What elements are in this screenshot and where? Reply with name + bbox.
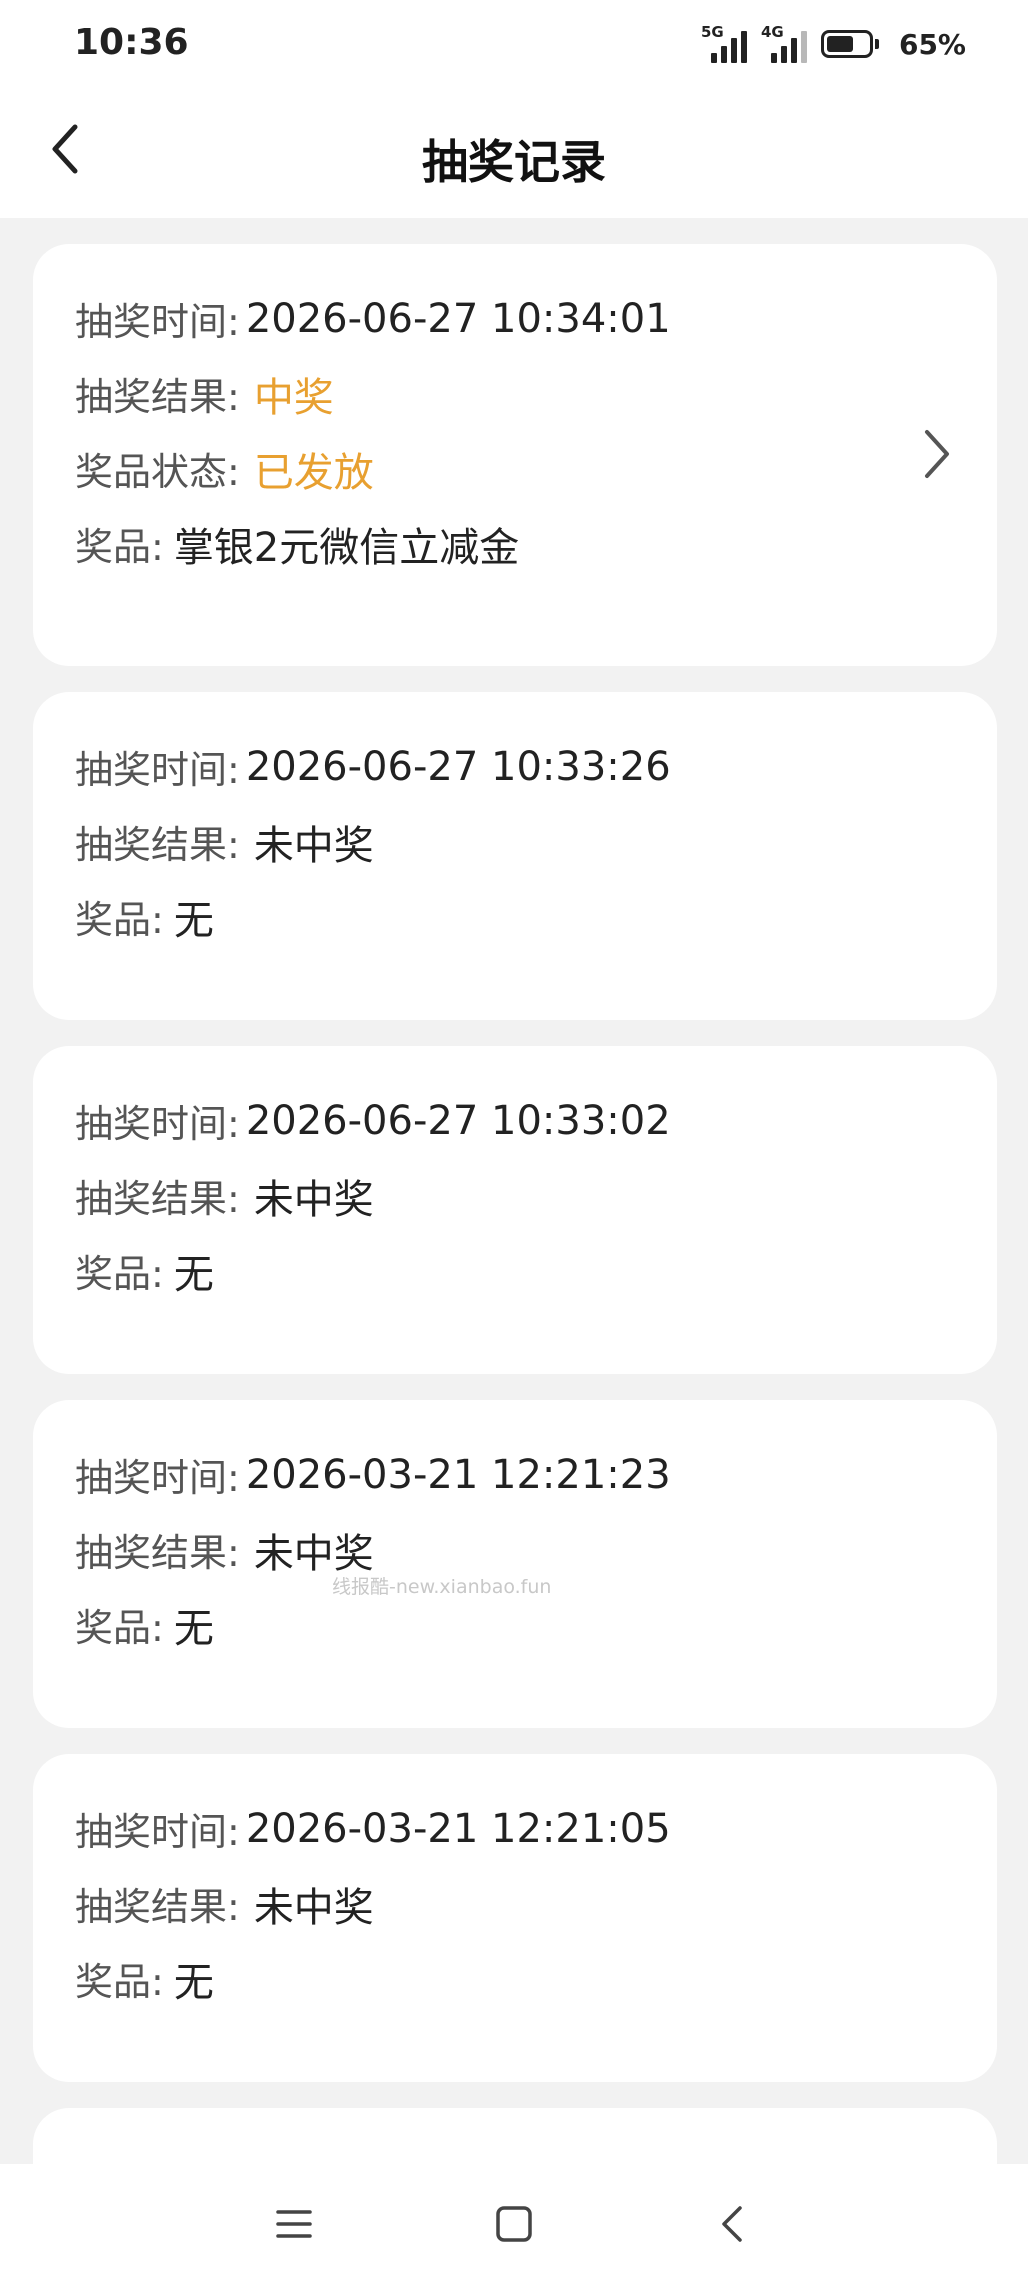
network-type-label: 5G — [700, 23, 724, 41]
time-value: 2026-03-21 12:21:23 — [245, 1451, 671, 1498]
record-prize-row: 奖品: 无 — [75, 1224, 997, 1317]
prize-label: 奖品: — [75, 1606, 164, 1650]
system-nav-bar — [0, 2164, 1028, 2284]
watermark: 线报酷-new.xianbao.fun — [332, 1576, 552, 1598]
chevron-right-icon[interactable] — [917, 424, 957, 484]
status-label: 奖品状态: — [75, 450, 240, 494]
time-value: 2026-06-27 10:33:02 — [245, 1097, 671, 1144]
record-card[interactable]: 抽奖时间: 2026-06-27 10:33:26 抽奖结果: 未中奖 奖品: … — [33, 692, 997, 1020]
time-label: 抽奖时间: — [75, 300, 240, 344]
result-value: 中奖 — [253, 374, 334, 421]
home-button[interactable] — [482, 2192, 546, 2256]
time-value: 2026-03-21 12:21:05 — [245, 1805, 671, 1852]
prize-label: 奖品: — [75, 1252, 164, 1296]
prize-value: 无 — [173, 1251, 214, 1298]
result-value: 未中奖 — [253, 1530, 374, 1577]
result-label: 抽奖结果: — [75, 1531, 240, 1575]
network-type-label: 4G — [760, 23, 784, 41]
status-indicators: 5G 4G 65% — [701, 22, 966, 66]
result-label: 抽奖结果: — [75, 1177, 240, 1221]
app-header: 抽奖记录 — [0, 88, 1028, 218]
page-title: 抽奖记录 — [422, 135, 606, 189]
time-value: 2026-06-27 10:34:01 — [245, 295, 671, 342]
result-value: 未中奖 — [253, 1176, 374, 1223]
result-value: 未中奖 — [253, 1884, 374, 1931]
record-card[interactable]: 抽奖时间: 2026-03-21 12:21:23 抽奖结果: 未中奖 奖品: … — [33, 1400, 997, 1728]
result-label: 抽奖结果: — [75, 1885, 240, 1929]
page: 10:36 5G 4G 65% 抽奖记录 抽奖时间: 2026-06-27 10… — [0, 0, 1028, 2284]
prize-value: 无 — [173, 897, 214, 944]
record-card[interactable]: 抽奖时间: 2026-06-27 10:33:02 抽奖结果: 未中奖 奖品: … — [33, 1046, 997, 1374]
status-bar: 10:36 5G 4G 65% — [0, 0, 1028, 88]
menu-button[interactable] — [262, 2192, 326, 2256]
signal-5g-icon: 5G — [700, 23, 747, 63]
prize-value: 无 — [173, 1605, 214, 1652]
time-label: 抽奖时间: — [75, 748, 240, 792]
result-label: 抽奖结果: — [75, 823, 240, 867]
status-time: 10:36 — [74, 22, 189, 63]
prize-label: 奖品: — [75, 525, 164, 569]
time-value: 2026-06-27 10:33:26 — [245, 743, 671, 790]
prize-value: 无 — [173, 1959, 214, 2006]
signal-4g-icon: 4G — [760, 23, 807, 63]
prize-label: 奖品: — [75, 898, 164, 942]
menu-icon — [276, 2210, 312, 2238]
nav-back-button[interactable] — [700, 2192, 764, 2256]
home-square-icon — [496, 2206, 532, 2242]
record-prize-row: 奖品: 掌银2元微信立减金 — [75, 497, 997, 590]
time-label: 抽奖时间: — [75, 1456, 240, 1500]
battery-percent: 65% — [898, 27, 966, 61]
status-value: 已发放 — [253, 449, 374, 496]
battery-icon — [820, 30, 879, 58]
prize-value: 掌银2元微信立减金 — [173, 524, 520, 571]
record-prize-row: 奖品: 无 — [75, 870, 997, 963]
back-triangle-icon — [722, 2206, 742, 2242]
time-label: 抽奖时间: — [75, 1810, 240, 1854]
record-list: 抽奖时间: 2026-06-27 10:34:01 抽奖结果: 中奖 奖品状态:… — [33, 244, 997, 2254]
result-value: 未中奖 — [253, 822, 374, 869]
prize-label: 奖品: — [75, 1960, 164, 2004]
record-prize-row: 奖品: 无 — [75, 1932, 997, 2025]
result-label: 抽奖结果: — [75, 375, 240, 419]
record-card[interactable]: 抽奖时间: 2026-06-27 10:34:01 抽奖结果: 中奖 奖品状态:… — [33, 244, 997, 666]
time-label: 抽奖时间: — [75, 1102, 240, 1146]
record-card[interactable]: 抽奖时间: 2026-03-21 12:21:05 抽奖结果: 未中奖 奖品: … — [33, 1754, 997, 2082]
